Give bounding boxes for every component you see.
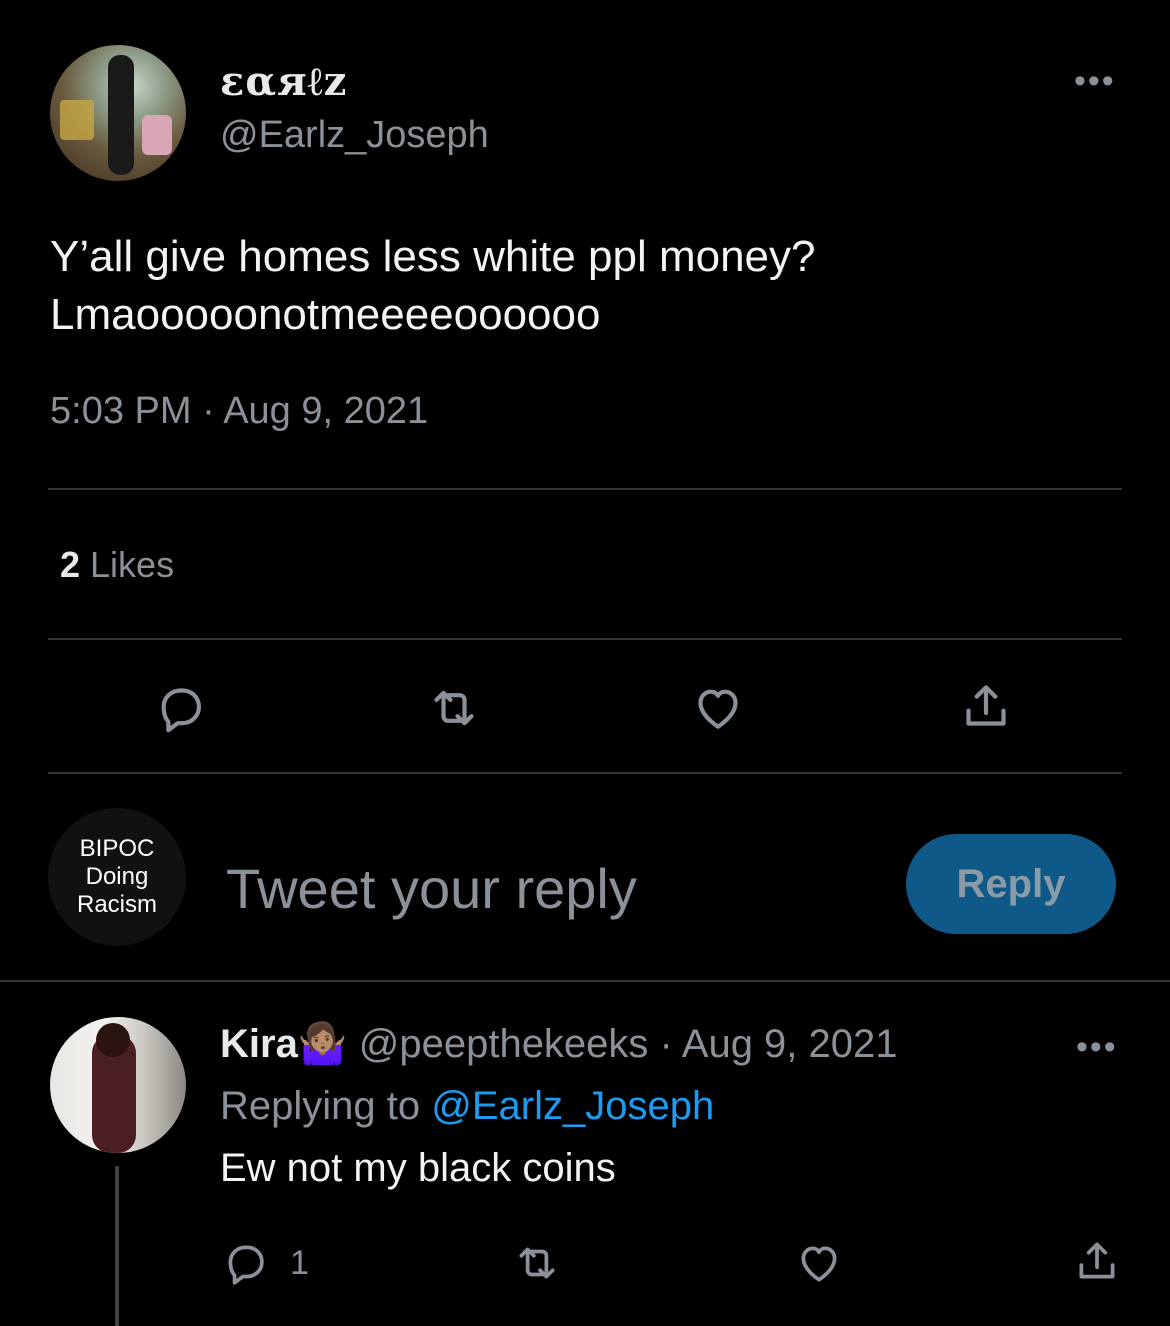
divider <box>48 772 1122 774</box>
reply-like-icon[interactable] <box>794 1238 844 1288</box>
divider <box>48 638 1122 640</box>
author-avatar[interactable] <box>50 45 186 181</box>
tweet-text: Y’all give homes less white ppl money? L… <box>50 228 1110 344</box>
like-icon[interactable] <box>690 680 746 736</box>
reply-count: 1 <box>290 1244 309 1282</box>
reply-author-name[interactable]: Kira <box>220 1022 298 1066</box>
author-display-name[interactable]: εαяℓz <box>220 58 347 105</box>
replying-prefix: Replying to <box>220 1084 432 1128</box>
replying-mention-link[interactable]: @Earlz_Joseph <box>431 1084 714 1128</box>
tweet-text-line-1: Y’all give homes less white ppl money? <box>50 232 816 281</box>
reply-compose-input[interactable]: Tweet your reply <box>226 856 637 921</box>
reply-icon[interactable] <box>152 680 208 736</box>
avatar-text-line: Doing <box>85 863 149 890</box>
avatar-text-line: Racism <box>76 891 157 918</box>
reply-text: Ew not my black coins <box>220 1146 616 1190</box>
reply-author-emoji: 🤷🏽‍♀️ <box>297 1022 348 1066</box>
tweet-timestamp[interactable]: 5:03 PM · Aug 9, 2021 <box>50 390 428 433</box>
author-handle[interactable]: @Earlz_Joseph <box>220 114 489 157</box>
divider <box>0 980 1170 982</box>
likes-label: Likes <box>80 544 175 585</box>
reply-share-icon[interactable] <box>1072 1236 1122 1286</box>
reply-author-meta[interactable]: @peepthekeeks · Aug 9, 2021 <box>348 1022 898 1066</box>
current-user-avatar[interactable]: BIPOC Doing Racism <box>48 808 186 946</box>
more-options-icon[interactable]: ••• <box>1074 62 1116 101</box>
likes-count[interactable]: 2 Likes <box>60 544 174 586</box>
reply-retweet-icon[interactable] <box>512 1238 562 1288</box>
reply-button[interactable]: Reply <box>906 834 1116 934</box>
reply-reply-icon[interactable] <box>220 1238 270 1288</box>
likes-number: 2 <box>60 544 81 585</box>
divider <box>48 488 1122 490</box>
replying-to: Replying to @Earlz_Joseph <box>220 1084 714 1129</box>
share-icon[interactable] <box>958 678 1014 734</box>
retweet-icon[interactable] <box>426 680 482 736</box>
reply-header: Kira🤷🏽‍♀️ @peepthekeeks · Aug 9, 2021 <box>220 1020 898 1067</box>
reply-author-avatar[interactable] <box>50 1017 186 1153</box>
reply-more-options-icon[interactable]: ••• <box>1076 1028 1118 1067</box>
tweet-text-line-2: Lmaooooonotmeeeeoooooo <box>50 290 601 339</box>
avatar-text-line: BIPOC <box>79 835 155 862</box>
thread-line <box>115 1166 119 1326</box>
